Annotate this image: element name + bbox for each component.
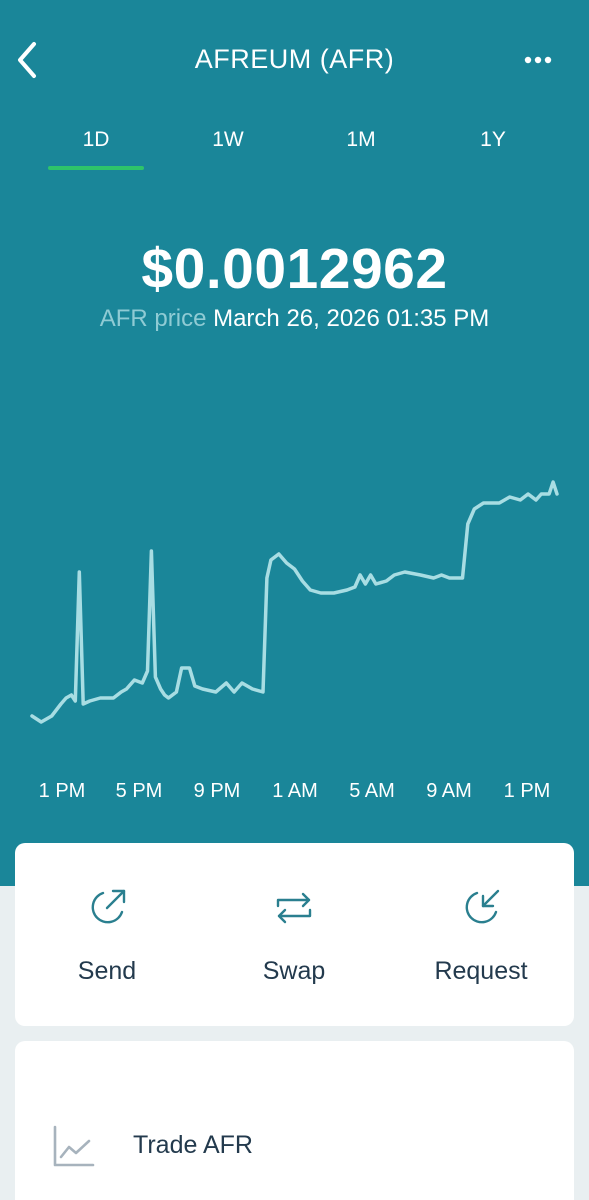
- trade-afr-label: Trade AFR: [133, 1131, 253, 1159]
- x-tick-label: 5 PM: [115, 780, 163, 802]
- tab-1w[interactable]: 1W: [178, 128, 278, 152]
- request-icon: [465, 889, 500, 924]
- tab-1y[interactable]: 1Y: [443, 128, 543, 152]
- swap-arrows-icon: [276, 892, 312, 924]
- send-icon: [91, 889, 126, 924]
- selected-tab-indicator: [48, 166, 144, 170]
- trade-afr-row[interactable]: Trade AFR: [15, 1119, 574, 1175]
- tab-1m[interactable]: 1M: [311, 128, 411, 152]
- price-timestamp: March 26, 2026 01:35 PM: [213, 305, 490, 332]
- timeframe-tabs: 1D 1W 1M 1Y: [0, 118, 589, 172]
- more-options-button[interactable]: [516, 48, 560, 72]
- trade-card: Trade AFR: [15, 1041, 574, 1200]
- x-tick-label: 1 PM: [38, 780, 86, 802]
- x-tick-label: 1 PM: [503, 780, 551, 802]
- x-tick-label: 9 PM: [193, 780, 241, 802]
- price-subtitle: AFR price March 26, 2026 01:35 PM: [0, 305, 589, 333]
- send-label: Send: [77, 957, 137, 985]
- price-chart[interactable]: [0, 400, 589, 740]
- swap-button[interactable]: Swap: [214, 873, 374, 986]
- actions-card: Send Swap Request: [15, 843, 574, 1026]
- price-header-panel: AFREUM (AFR) 1D 1W 1M 1Y $0.0012962 AFR …: [0, 0, 589, 886]
- line-chart-icon: [53, 1125, 95, 1167]
- tab-1d[interactable]: 1D: [46, 128, 146, 152]
- request-label: Request: [434, 957, 528, 985]
- more-horizontal-icon: [524, 56, 552, 64]
- current-price: $0.0012962: [141, 237, 448, 301]
- x-tick-label: 1 AM: [272, 780, 318, 802]
- x-tick-label: 5 AM: [349, 780, 395, 802]
- send-button[interactable]: Send: [27, 873, 187, 986]
- swap-label: Swap: [262, 957, 326, 985]
- price-label: AFR price: [99, 305, 207, 332]
- x-tick-label: 9 AM: [426, 780, 472, 802]
- page-title: AFREUM (AFR): [194, 44, 395, 74]
- request-button[interactable]: Request: [401, 873, 561, 986]
- price-series-line: [30, 480, 559, 724]
- x-axis-labels: 1 PM 5 PM 9 PM 1 AM 5 AM 9 AM 1 PM: [0, 780, 589, 810]
